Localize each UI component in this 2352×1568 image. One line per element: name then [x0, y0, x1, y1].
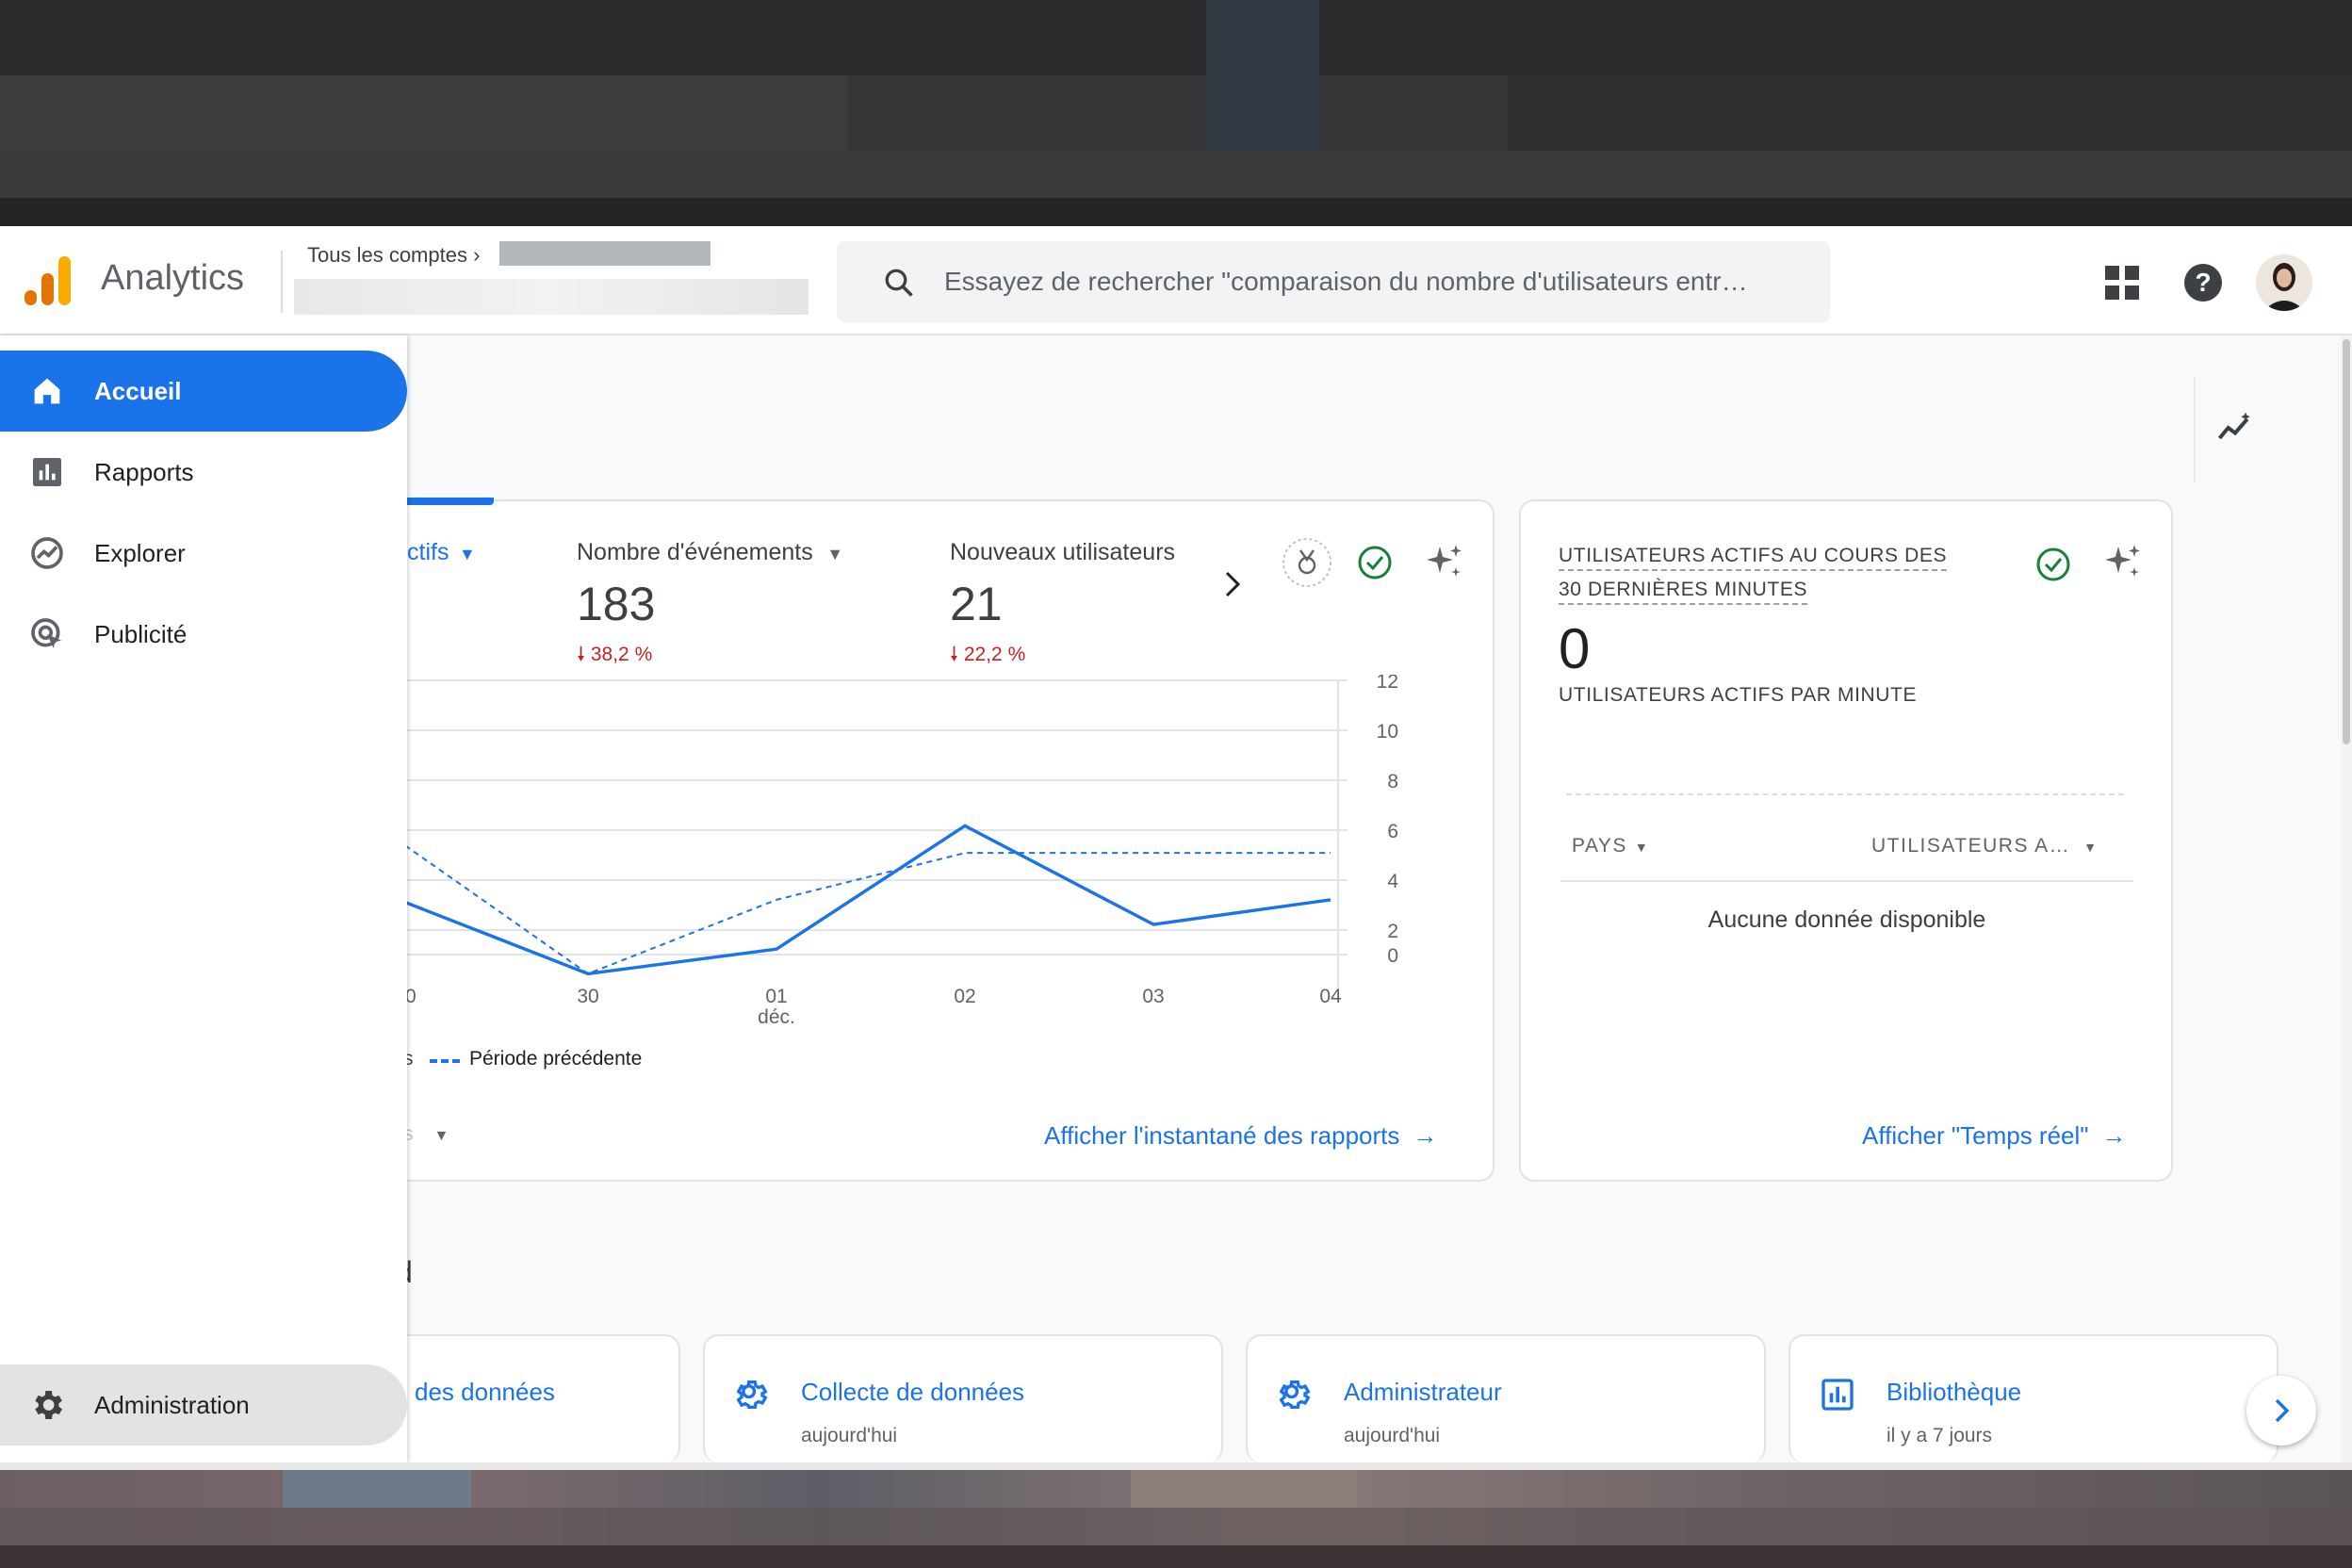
breadcrumb[interactable]: Tous les comptes ›	[307, 243, 480, 268]
y-tick-label: 0	[1387, 945, 1398, 967]
line-chart: 12 10 8 6 4 2 0 0 30 01déc. 02 03 04	[407, 675, 1398, 1028]
gear-icon	[736, 1380, 768, 1409]
sidebar-item-label: Accueil	[94, 376, 182, 405]
avatar[interactable]	[2256, 254, 2312, 311]
gear-icon	[1279, 1380, 1311, 1409]
sidebar-item-home[interactable]: Accueil	[0, 351, 407, 432]
view-realtime-link[interactable]: Afficher "Temps réel" →	[1862, 1121, 2127, 1151]
x-tick-label: 02	[954, 986, 975, 1007]
brand-name: Analytics	[101, 258, 245, 298]
legend-dashed-swatch	[430, 1059, 460, 1063]
side-panel-divider	[2194, 377, 2196, 482]
realtime-title[interactable]: UTILISATEURS ACTIFS AU COURS DES 30 DERN…	[1559, 545, 1948, 605]
redacted-browser-area	[0, 0, 2352, 226]
apps-grid-icon[interactable]	[2105, 266, 2139, 300]
redacted-taskbar-area	[0, 1462, 2352, 1568]
metric-tab-active-users[interactable]: ctifs ▼	[407, 539, 476, 566]
help-icon[interactable]: ?	[2184, 264, 2222, 302]
x-tick-sublabel: déc.	[758, 1006, 795, 1028]
metric-tab-new-users[interactable]: Nouveaux utilisateurs	[950, 539, 1175, 566]
sidebar-item-label: Administration	[94, 1390, 250, 1419]
chevron-right-icon[interactable]	[1221, 569, 1244, 599]
caret-down-icon: ▼	[2083, 840, 2098, 855]
library-icon	[1821, 1379, 1854, 1411]
y-tick-label: 10	[1377, 721, 1398, 743]
sidebar-item-admin[interactable]: Administration	[0, 1364, 407, 1446]
x-tick-label: 04	[1319, 986, 1342, 1007]
sidebar-item-label: Explorer	[94, 538, 186, 567]
no-data-message: Aucune donnée disponible	[1707, 906, 1986, 933]
advertising-icon	[31, 618, 61, 648]
chevron-right-icon: ›	[473, 243, 481, 267]
search-input[interactable]	[944, 262, 1826, 302]
country-column-header[interactable]: PAYS ▼	[1572, 835, 1648, 858]
caret-down-icon: ▼	[826, 545, 844, 564]
y-tick-label: 8	[1387, 771, 1398, 792]
active-metric-indicator	[396, 498, 494, 505]
arrow-down-icon: 🠗	[950, 644, 959, 665]
sidebar-item-label: Rapports	[94, 457, 194, 486]
metric-new-users-value: 21	[950, 578, 1003, 630]
y-tick-label: 12	[1377, 675, 1398, 693]
explore-icon	[31, 537, 63, 569]
metric-events-change: 🠗 38,2 %	[577, 644, 653, 665]
sidebar: Accueil Rapports Explorer Publicité Admi…	[0, 335, 407, 1462]
sidebar-item-advertising[interactable]: Publicité	[0, 594, 407, 675]
badge-icon[interactable]	[1282, 537, 1332, 588]
x-tick-label: 03	[1142, 986, 1164, 1007]
home-icon	[34, 378, 60, 404]
arrow-down-icon: 🠗	[577, 644, 586, 665]
y-tick-label: 4	[1387, 871, 1398, 892]
insights-icon[interactable]	[2214, 407, 2256, 449]
recent-card-admin[interactable]: Administrateur aujourd'hui	[1246, 1334, 1766, 1462]
caret-down-icon: ▼	[458, 545, 476, 564]
reports-icon	[33, 458, 61, 486]
x-tick-label: 30	[577, 986, 598, 1007]
arrow-right-icon: →	[2101, 1121, 2127, 1150]
caret-down-icon: ▼	[433, 1128, 449, 1144]
scrollbar-thumb[interactable]	[2343, 339, 2350, 744]
sparkle-icon[interactable]	[1423, 541, 1466, 584]
header-divider	[281, 251, 283, 313]
sidebar-item-reports[interactable]: Rapports	[0, 432, 407, 513]
check-circle-icon[interactable]	[1353, 541, 1396, 584]
check-circle-icon[interactable]	[2032, 543, 2075, 586]
caret-down-icon: ▼	[1634, 840, 1648, 855]
x-tick-label: 0	[407, 986, 416, 1007]
analytics-logo-icon	[24, 256, 71, 305]
chevron-right-icon	[2275, 1398, 2290, 1423]
y-tick-label: 6	[1387, 821, 1398, 842]
redacted-property-selector[interactable]	[294, 279, 808, 315]
recent-card-data-collection[interactable]: Collecte de données aujourd'hui	[703, 1334, 1223, 1462]
realtime-value: 0	[1559, 617, 1591, 680]
gear-icon	[35, 1391, 62, 1419]
redacted-account-name	[499, 241, 710, 266]
per-minute-bars-baseline	[1566, 793, 2124, 795]
search-icon	[885, 269, 913, 297]
table-divider	[1560, 880, 2133, 882]
metric-new-users-change: 🠗 22,2 %	[950, 644, 1026, 665]
recent-card-library[interactable]: Bibliothèque il y a 7 jours	[1788, 1334, 2278, 1462]
users-column-header[interactable]: UTILISATEURS A… ▼	[1871, 835, 2097, 858]
x-tick-label: 01	[765, 986, 787, 1007]
view-reports-snapshot-link[interactable]: Afficher l'instantané des rapports →	[1044, 1121, 1437, 1151]
metric-events-value: 183	[577, 578, 656, 630]
recent-card-data[interactable]: des données	[377, 1334, 680, 1462]
sidebar-item-explore[interactable]: Explorer	[0, 513, 407, 594]
sparkle-icon[interactable]	[2101, 541, 2145, 584]
series-line-current	[407, 824, 1331, 976]
period-select[interactable]: s ▼	[403, 1123, 449, 1146]
arrow-right-icon: →	[1413, 1121, 1438, 1150]
sidebar-item-label: Publicité	[94, 619, 188, 648]
metric-tab-events[interactable]: Nombre d'événements ▼	[577, 539, 843, 566]
breadcrumb-all-accounts[interactable]: Tous les comptes	[307, 243, 467, 267]
y-tick-label: 2	[1387, 921, 1398, 942]
carousel-next-button[interactable]	[2246, 1376, 2316, 1446]
legend-previous: Période précédente	[469, 1048, 643, 1070]
realtime-subtitle: UTILISATEURS ACTIFS PAR MINUTE	[1559, 684, 1918, 706]
